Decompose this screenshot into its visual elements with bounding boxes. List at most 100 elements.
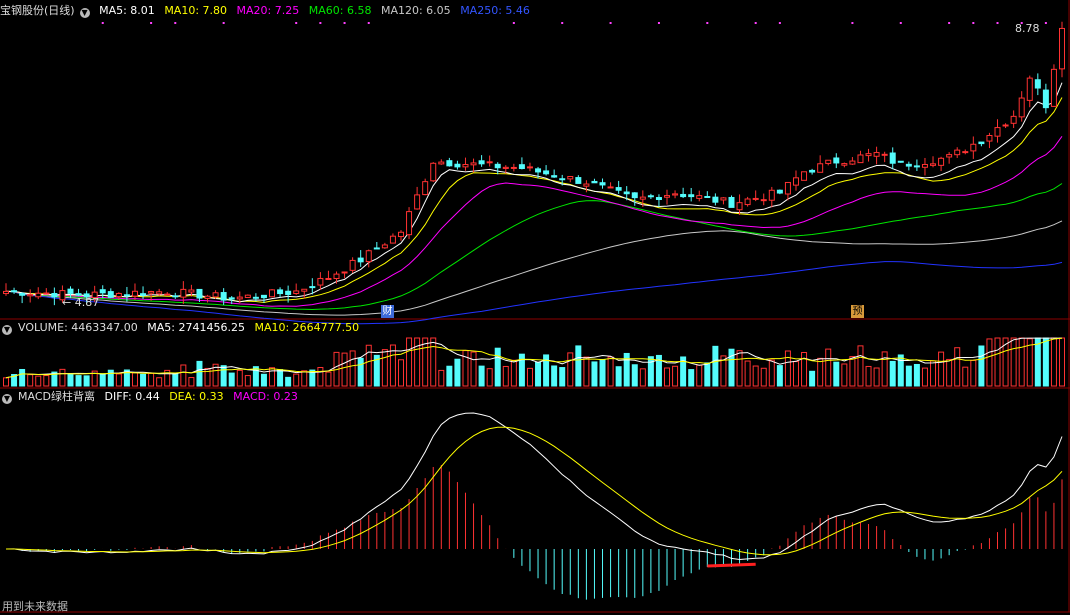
signal-dot [150,22,153,24]
volume-bar [349,350,356,387]
candle-up [188,289,195,293]
candle-down [260,294,267,299]
volume-bar [672,365,679,387]
volume-bar [825,348,832,387]
candle-up [502,166,509,169]
candle-down [704,196,711,199]
candle-up [1026,77,1033,101]
volume-bar [107,369,114,387]
volume-bar [970,359,977,387]
divergence-signal-line [707,562,756,568]
volume-bar [446,365,453,387]
candle-up [422,181,429,196]
candle-down [19,293,26,296]
candle-down [680,193,687,198]
volume-bar [881,351,888,387]
volume-bar [938,351,945,387]
volume-bar [293,373,300,387]
volume-bar [115,373,122,387]
candle-up [43,292,50,295]
panel-frames [0,0,1070,613]
volume-bar [406,337,413,387]
candle-up [962,151,969,154]
volume-bar [478,365,485,387]
volume-bar [131,372,138,387]
volume-bar [575,345,582,387]
candle-up [696,195,703,199]
volume-bar [381,349,388,387]
volume-bar [75,375,82,387]
volume-bar [252,366,259,387]
volume-bar [599,358,606,387]
macd-legend: ▼ MACD绿柱背离 DIFF: 0.44 DEA: 0.33 MACD: 0.2… [0,389,304,405]
volume-bar [220,365,227,387]
candle-down [373,247,380,250]
line-ma250 [5,261,1063,325]
candle-up [438,161,445,165]
signal-dot [706,22,709,24]
candle-down [623,191,630,195]
candle-down [172,295,179,298]
macd-histogram [13,464,1063,600]
volume-legend: ▼ VOLUME: 4463347.00 MA5: 2741456.25 MA10… [0,320,365,336]
volume-bar [930,360,937,387]
volume-bar [486,368,493,387]
candle-up [470,162,477,166]
volume-bar [688,369,695,387]
signal-dot [899,22,902,24]
volume-bar [494,347,501,387]
volume-bar [422,337,429,387]
volume-bar [631,364,638,387]
volume-bar [865,365,872,387]
volume-bar [744,360,751,387]
line-ma60 [5,183,1063,311]
signal-dot [295,22,298,24]
candle-up [115,292,122,298]
footer-note: 用到未来数据 [2,600,68,613]
candle-up [269,289,276,298]
candle-down [518,164,525,170]
volume-bar [768,359,775,387]
volume-bar [784,350,791,387]
volume-bar [833,361,840,387]
candle-up [526,166,533,169]
candle-down [575,177,582,184]
volume-bar [140,373,147,387]
candle-up [325,277,332,280]
volume-bar [841,363,848,387]
candle-down [688,194,695,198]
candle-up [946,154,953,158]
legend-dea: DEA: 0.33 [169,390,224,403]
candle-down [67,288,74,294]
candle-up [381,244,388,249]
volume-bar [397,359,404,387]
volume-bar [244,375,251,387]
volume-bar [277,369,284,387]
chart-canvas[interactable] [0,0,1070,615]
candle-up [430,162,437,182]
volume-bar [27,374,34,387]
line-dea [6,426,1063,556]
candle-up [462,164,469,168]
settings-circle-icon[interactable]: ▼ [2,394,12,404]
settings-circle-icon[interactable]: ▼ [2,325,12,335]
signal-dot [343,22,346,24]
candle-up [164,293,171,296]
candle-down [11,290,18,293]
event-marker-forecast[interactable]: 预 [851,305,864,318]
signal-dot [851,22,854,24]
candle-down [631,192,638,199]
candle-down [309,286,316,289]
settings-circle-icon[interactable]: ▼ [79,8,90,18]
volume-bar [801,351,808,387]
candle-down [140,293,147,296]
volume-bar [325,371,332,387]
candle-up [35,292,42,298]
event-marker-financial[interactable]: 财 [381,305,394,318]
candle-down [357,257,364,263]
volume-bar [994,337,1001,387]
volume-bar [946,358,953,387]
candle-up [486,161,493,164]
volume-bar [752,365,759,387]
volume-bar [873,367,880,387]
